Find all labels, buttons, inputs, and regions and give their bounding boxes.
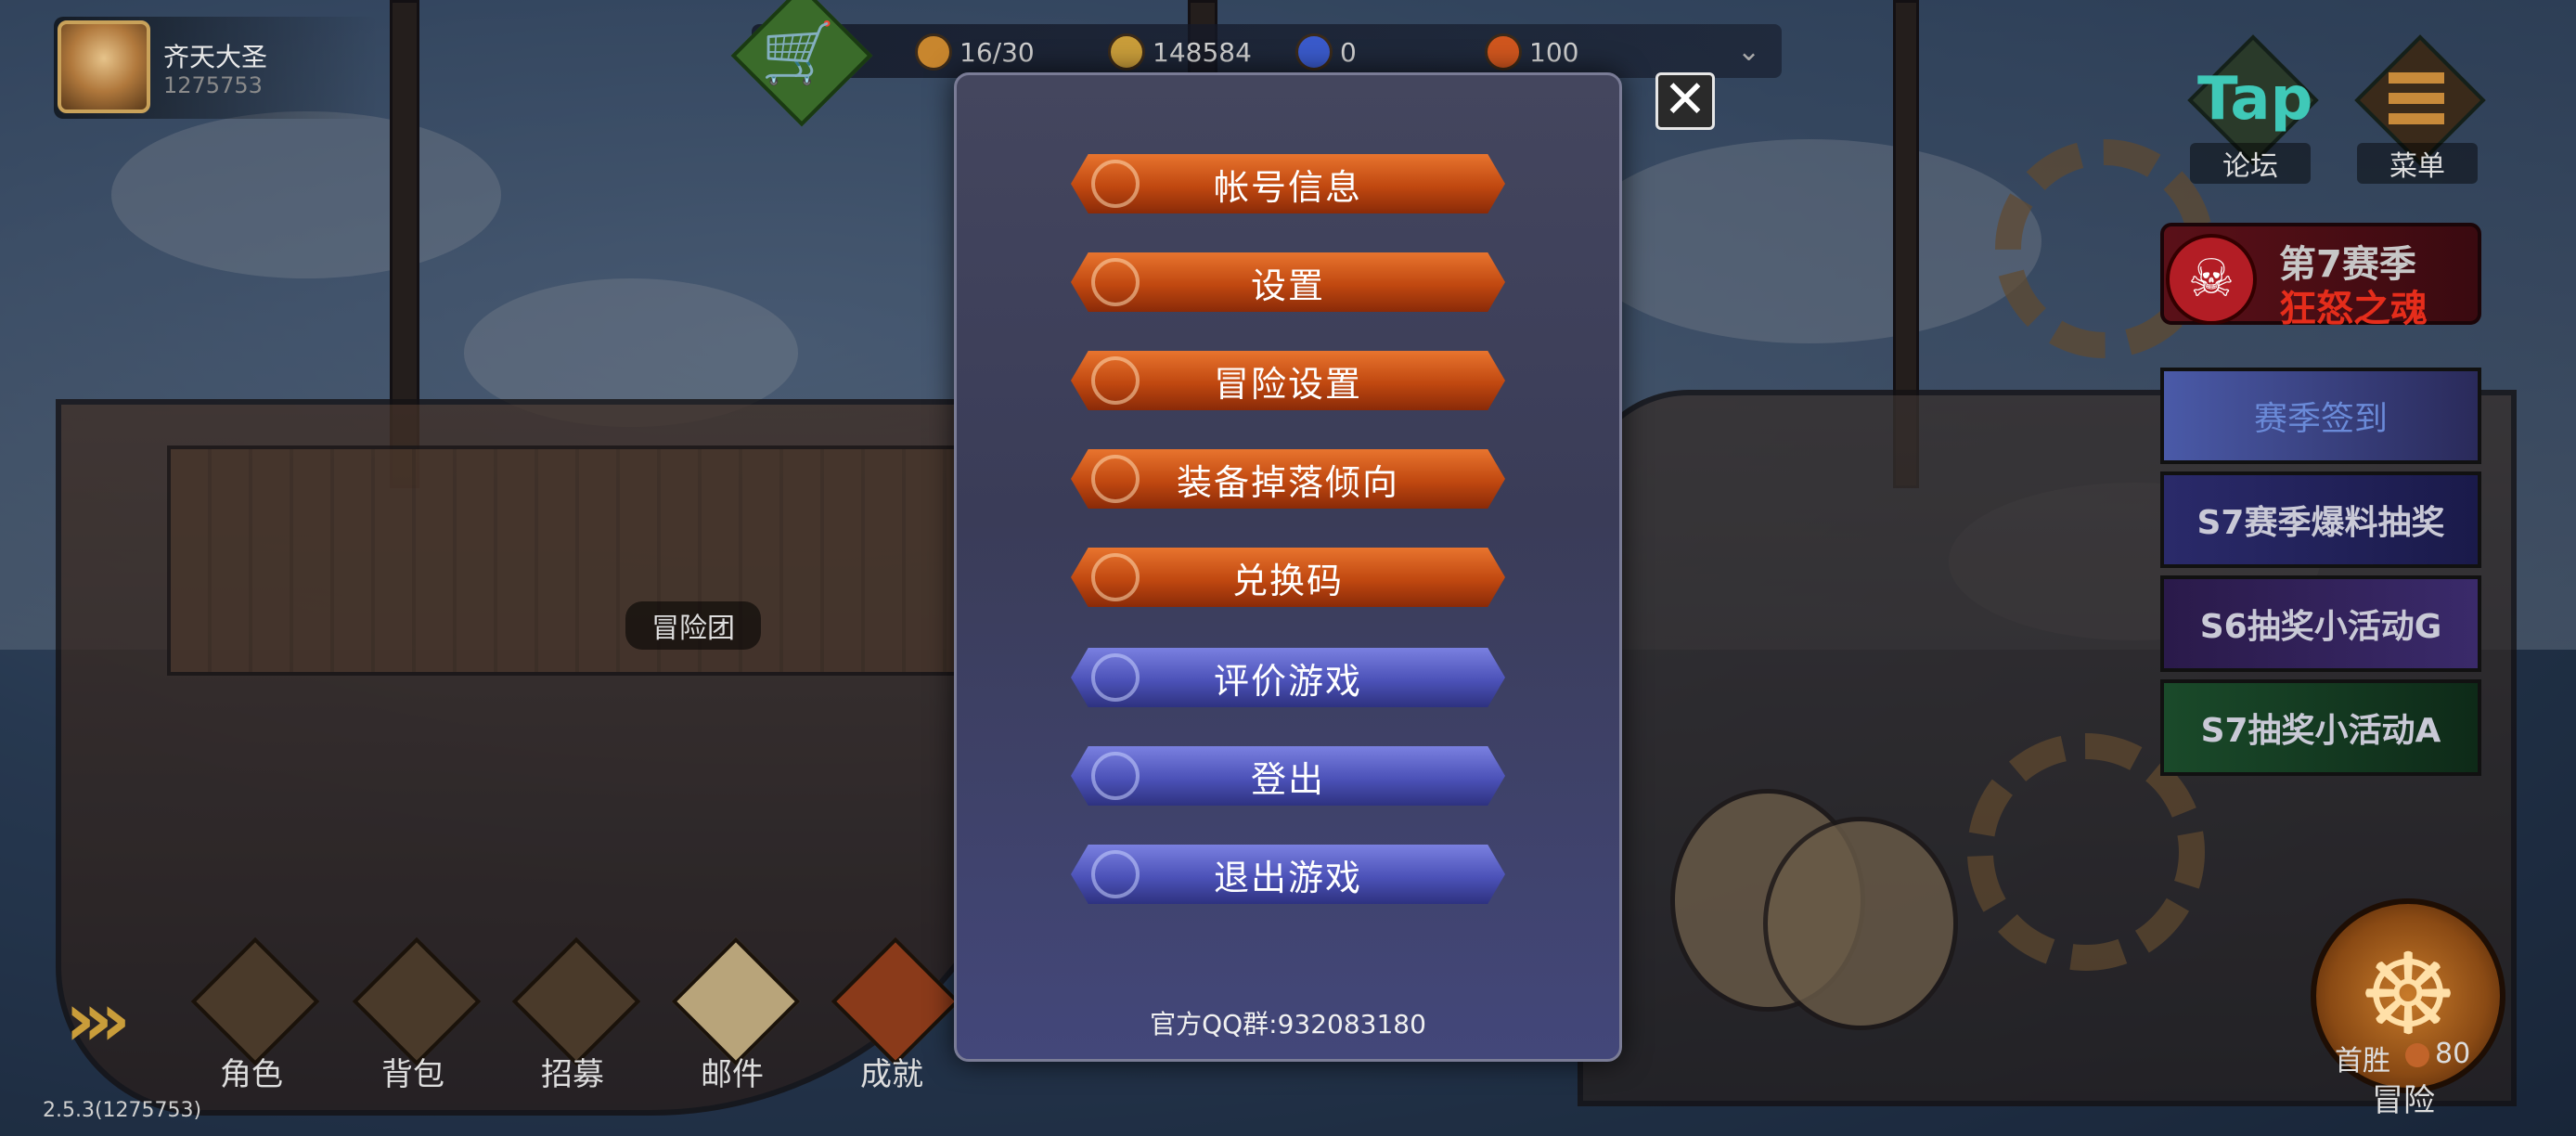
blue-gem-value: 0 — [1340, 36, 1357, 68]
season-signin-banner[interactable]: 赛季签到 — [2160, 368, 2481, 464]
button-label: 评价游戏 — [1213, 660, 1362, 702]
resource-orange-gem[interactable]: 100 — [1485, 32, 1578, 72]
season-subtitle: 狂怒之魂 — [2279, 288, 2428, 330]
player-info[interactable]: 齐天大圣 1275753 — [54, 17, 379, 119]
button-label: 登出 — [1250, 758, 1325, 800]
orange-gem-icon — [1485, 33, 1522, 71]
shopping-cart-icon[interactable]: 🛒 — [761, 17, 835, 91]
button-label: 退出游戏 — [1213, 857, 1362, 898]
achievement-icon — [831, 936, 960, 1066]
character-icon — [190, 936, 320, 1066]
player-name: 齐天大圣 — [163, 42, 268, 72]
forum-label: 论坛 — [2190, 143, 2311, 184]
chevron-down-icon[interactable]: ⌄ — [1737, 35, 1760, 68]
button-label: 兑换码 — [1231, 560, 1344, 601]
nav-label: 招募 — [541, 1056, 604, 1093]
player-id: 1275753 — [163, 72, 263, 98]
emblem-icon — [1091, 553, 1140, 601]
nav-label: 角色 — [220, 1056, 283, 1093]
nav-recruit[interactable]: 招募 — [503, 936, 642, 1104]
orange-gem-icon — [2405, 1043, 2429, 1067]
menu-label: 菜单 — [2357, 143, 2478, 184]
nav-label: 邮件 — [701, 1056, 764, 1093]
adventure-team-label[interactable]: 冒险团 — [625, 601, 761, 650]
resource-gold[interactable]: 148584 — [1108, 32, 1252, 72]
s7-event-banner[interactable]: S7抽奖小活动A — [2160, 679, 2481, 776]
stamina-value: 16/30 — [960, 36, 1035, 68]
gold-value: 148584 — [1153, 36, 1252, 68]
blue-gem-icon — [1295, 33, 1333, 71]
emblem-icon — [1091, 455, 1140, 503]
s7-lottery-banner[interactable]: S7赛季爆料抽奖 — [2160, 471, 2481, 568]
recruit-icon — [511, 936, 641, 1066]
menu-icon[interactable] — [2389, 72, 2444, 124]
emblem-icon — [1091, 258, 1140, 306]
emblem-icon — [1091, 752, 1140, 800]
s6-event-banner[interactable]: S6抽奖小活动G — [2160, 575, 2481, 672]
emblem-icon — [1091, 356, 1140, 405]
close-icon[interactable]: ✕ — [1655, 72, 1715, 130]
taptap-logo-icon[interactable]: Tap — [2197, 65, 2312, 134]
button-label: 帐号信息 — [1213, 166, 1362, 208]
nav-label: 背包 — [381, 1056, 444, 1093]
version-text: 2.5.3(1275753) — [43, 1099, 202, 1122]
adventure-label: 冒险 — [2372, 1082, 2435, 1119]
first-win-label: 首胜 — [2335, 1045, 2390, 1078]
button-label: 设置 — [1250, 265, 1325, 306]
gold-coin-icon — [1108, 33, 1145, 71]
expand-arrow-icon[interactable]: ››› — [65, 976, 131, 1063]
resource-bar — [752, 24, 1782, 78]
nav-achievements[interactable]: 成就 — [822, 936, 961, 1104]
button-label: 装备掉落倾向 — [1176, 461, 1399, 503]
button-label: 冒险设置 — [1213, 363, 1362, 405]
nav-character[interactable]: 角色 — [182, 936, 321, 1104]
nav-mail[interactable]: 邮件 — [663, 936, 802, 1104]
nav-backpack[interactable]: 背包 — [343, 936, 483, 1104]
skull-icon: ☠ — [2166, 234, 2257, 325]
orange-gem-value: 100 — [1529, 36, 1579, 68]
mail-icon — [671, 936, 801, 1066]
bread-icon — [915, 33, 952, 71]
first-win-value: 80 — [2435, 1038, 2471, 1070]
emblem-icon — [1091, 160, 1140, 208]
qq-group-text: 官方QQ群:932083180 — [1150, 1009, 1426, 1039]
avatar[interactable] — [58, 20, 150, 113]
backpack-icon — [352, 936, 482, 1066]
emblem-icon — [1091, 850, 1140, 898]
nav-label: 成就 — [860, 1056, 923, 1093]
resource-blue-gem[interactable]: 0 — [1295, 32, 1357, 72]
resource-stamina[interactable]: 16/30 — [915, 32, 1035, 72]
emblem-icon — [1091, 653, 1140, 702]
